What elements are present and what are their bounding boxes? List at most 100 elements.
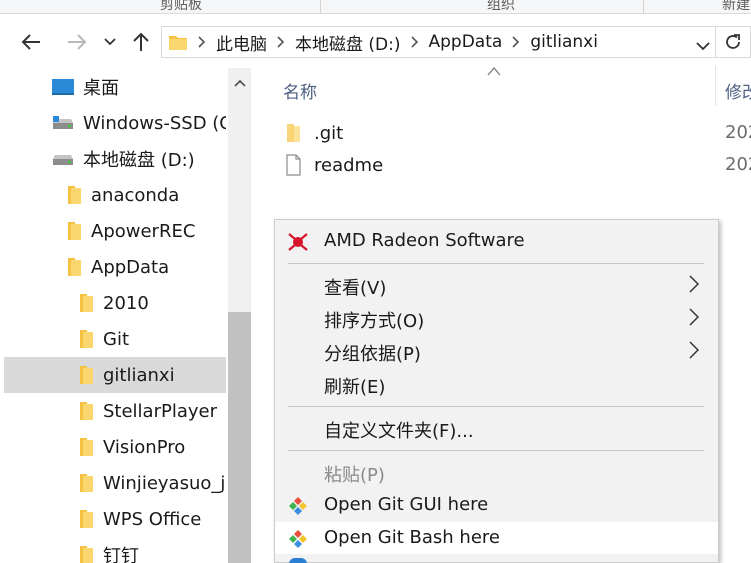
menu-item-sort-by[interactable]: 排序方式(O) bbox=[275, 302, 718, 334]
sort-ascending-icon bbox=[487, 66, 501, 76]
nav-item-winjieyasuo[interactable]: Winjieyasuo_ji bbox=[4, 465, 226, 501]
file-row-git[interactable]: .git bbox=[283, 118, 743, 148]
menu-item-partial-icon bbox=[289, 558, 307, 563]
menu-separator bbox=[288, 406, 704, 407]
folder-icon bbox=[77, 293, 95, 313]
nav-item-drive-d[interactable]: 本地磁盘 (D:) bbox=[4, 141, 226, 177]
chevron-right-icon bbox=[689, 341, 699, 359]
address-bar[interactable]: 此电脑 本地磁盘 (D:) AppData gitlianxi bbox=[161, 26, 716, 58]
nav-item-visionpro[interactable]: VisionPro bbox=[4, 429, 226, 465]
forward-button[interactable] bbox=[63, 28, 91, 56]
nav-item-gitlianxi[interactable]: gitlianxi bbox=[4, 357, 226, 393]
nav-item-label: 本地磁盘 (D:) bbox=[83, 150, 195, 171]
column-header-modified[interactable]: 修改 bbox=[725, 78, 751, 103]
back-button[interactable] bbox=[17, 28, 45, 56]
menu-item-label: 分组依据(P) bbox=[324, 344, 421, 365]
folder-icon bbox=[77, 473, 95, 493]
nav-item-apowerrec[interactable]: ApowerREC bbox=[4, 213, 226, 249]
nav-item-label: Winjieyasuo_ji bbox=[103, 472, 226, 494]
navigation-pane: 桌面 Windows-SSD (C:) 本地磁盘 (D:) anaconda A… bbox=[0, 68, 252, 563]
file-row-readme[interactable]: readme bbox=[283, 150, 743, 180]
up-button[interactable] bbox=[127, 28, 155, 56]
nav-item-stellarplayer[interactable]: StellarPlayer bbox=[4, 393, 226, 429]
breadcrumb-separator[interactable] bbox=[410, 36, 419, 48]
menu-item-amd-radeon-software[interactable]: AMD Radeon Software bbox=[275, 225, 718, 257]
nav-item-label: Windows-SSD (C:) bbox=[83, 112, 226, 134]
menu-item-label: 查看(V) bbox=[324, 278, 387, 299]
folder-icon bbox=[77, 509, 95, 529]
address-history-dropdown[interactable] bbox=[696, 36, 710, 55]
menu-separator bbox=[288, 450, 704, 451]
breadcrumb-separator[interactable] bbox=[277, 36, 285, 48]
chevron-down-icon bbox=[696, 42, 710, 51]
chevron-right-icon bbox=[689, 275, 699, 293]
nav-item-label: StellarPlayer bbox=[103, 400, 218, 422]
ribbon-group-organize: 组织 bbox=[487, 0, 515, 13]
menu-item-refresh[interactable]: 刷新(E) bbox=[275, 368, 718, 400]
folder-icon bbox=[283, 123, 303, 143]
ribbon-group-new: 新建 bbox=[722, 0, 750, 13]
nav-item-label: AppData bbox=[91, 256, 170, 278]
drive-icon bbox=[51, 150, 75, 168]
nav-item-label: anaconda bbox=[91, 184, 180, 206]
breadcrumb-separator[interactable] bbox=[512, 36, 520, 48]
nav-item-git[interactable]: Git bbox=[4, 321, 226, 357]
file-name: readme bbox=[314, 154, 384, 176]
breadcrumb-separator bbox=[198, 36, 206, 48]
menu-item-open-git-gui[interactable]: Open Git GUI here bbox=[275, 489, 718, 521]
menu-item-label: 刷新(E) bbox=[324, 377, 386, 398]
scrollbar-thumb[interactable] bbox=[228, 312, 251, 563]
menu-item-label: 粘贴(P) bbox=[324, 465, 385, 486]
context-menu: AMD Radeon Software 查看(V) 排序方式(O) 分组依据(P… bbox=[274, 219, 719, 563]
ribbon-divider bbox=[643, 0, 644, 13]
folder-icon bbox=[65, 185, 83, 205]
menu-item-customize-folder[interactable]: 自定义文件夹(F)... bbox=[275, 412, 718, 444]
breadcrumb-drive-d[interactable]: 本地磁盘 (D:) bbox=[295, 30, 401, 55]
nav-item-appdata[interactable]: AppData bbox=[4, 249, 226, 285]
menu-item-label: AMD Radeon Software bbox=[324, 230, 525, 251]
menu-item-view[interactable]: 查看(V) bbox=[275, 269, 718, 301]
nav-item-wps-office[interactable]: WPS Office bbox=[4, 501, 226, 537]
ribbon-group-clipboard: 剪贴板 bbox=[160, 0, 202, 13]
breadcrumb-appdata[interactable]: AppData bbox=[429, 32, 503, 52]
menu-item-paste[interactable]: 粘贴(P) bbox=[275, 456, 718, 488]
refresh-button[interactable] bbox=[716, 26, 751, 58]
nav-item-dingding[interactable]: 钉钉 bbox=[4, 537, 226, 563]
column-divider[interactable] bbox=[715, 66, 716, 106]
nav-item-label: ApowerREC bbox=[91, 220, 196, 242]
drive-icon bbox=[51, 114, 75, 132]
folder-icon bbox=[77, 401, 95, 421]
breadcrumb-gitlianxi[interactable]: gitlianxi bbox=[530, 32, 598, 52]
nav-item-desktop[interactable]: 桌面 bbox=[4, 69, 226, 105]
scroll-up-button[interactable] bbox=[228, 68, 251, 98]
column-header-name[interactable]: 名称 bbox=[283, 78, 317, 103]
menu-item-open-git-bash[interactable]: Open Git Bash here bbox=[275, 522, 718, 554]
desktop-icon bbox=[51, 78, 75, 96]
nav-item-2010[interactable]: 2010 bbox=[4, 285, 226, 321]
nav-pane-scrollbar[interactable] bbox=[228, 68, 251, 563]
folder-icon bbox=[65, 257, 83, 277]
menu-item-label: 排序方式(O) bbox=[324, 311, 425, 332]
nav-item-label: 2010 bbox=[103, 292, 149, 314]
nav-item-label: 桌面 bbox=[83, 78, 119, 99]
nav-item-label: WPS Office bbox=[103, 508, 202, 530]
nav-item-windows-ssd[interactable]: Windows-SSD (C:) bbox=[4, 105, 226, 141]
file-icon bbox=[283, 154, 303, 176]
recent-locations-button[interactable] bbox=[98, 28, 122, 56]
file-name: .git bbox=[314, 122, 344, 144]
ribbon-group-labels: 剪贴板 组织 新建 bbox=[0, 0, 751, 14]
arrow-left-icon bbox=[21, 34, 40, 50]
nav-item-label: 钉钉 bbox=[103, 546, 139, 563]
arrow-right-icon bbox=[68, 34, 87, 50]
folder-icon bbox=[77, 329, 95, 349]
arrow-up-icon bbox=[133, 32, 149, 51]
refresh-icon bbox=[726, 34, 740, 49]
menu-item-label: 自定义文件夹(F)... bbox=[324, 421, 474, 442]
git-icon bbox=[289, 497, 307, 515]
amd-radeon-icon bbox=[288, 233, 308, 251]
nav-item-label: VisionPro bbox=[103, 436, 186, 458]
breadcrumb-this-pc[interactable]: 此电脑 bbox=[216, 30, 267, 55]
menu-item-group-by[interactable]: 分组依据(P) bbox=[275, 335, 718, 367]
menu-item-label: Open Git GUI here bbox=[324, 494, 489, 515]
nav-item-anaconda[interactable]: anaconda bbox=[4, 177, 226, 213]
